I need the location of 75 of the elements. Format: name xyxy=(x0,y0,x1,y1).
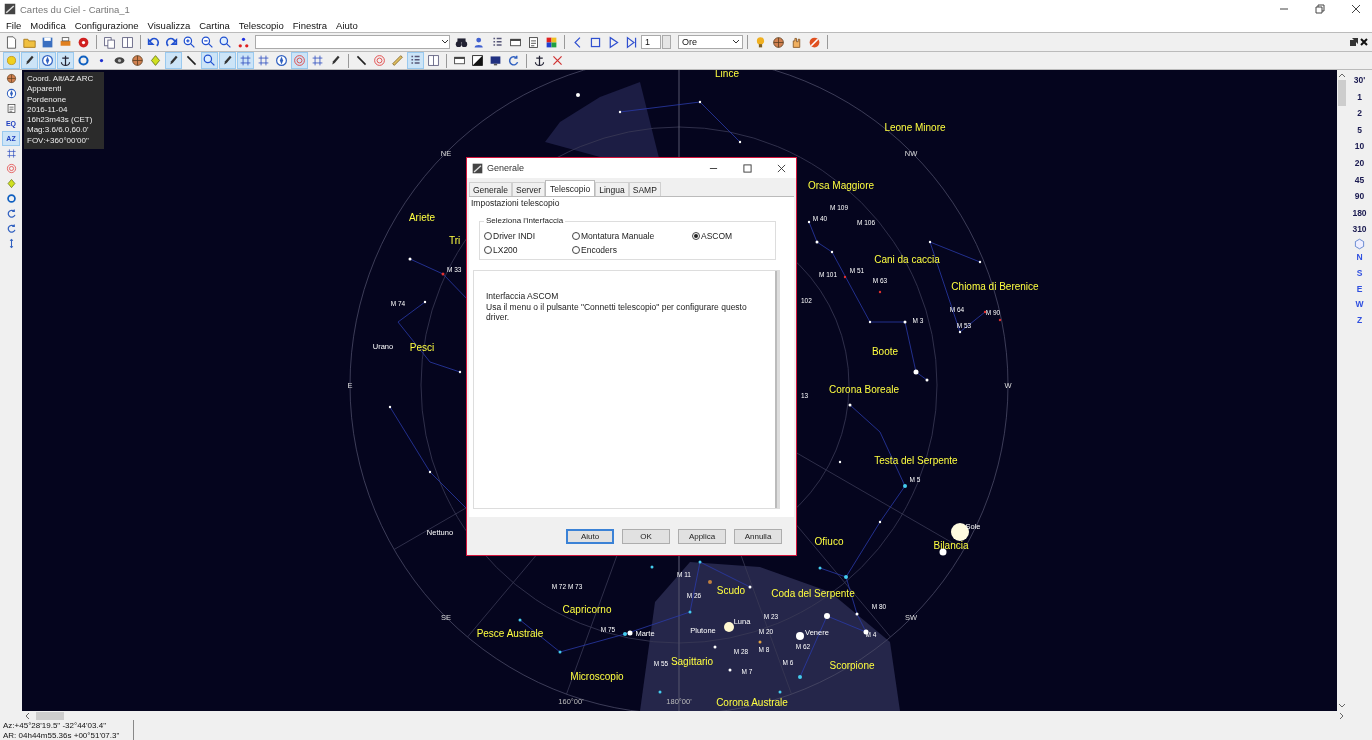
window-title: Cartes du Ciel - Cartina_1 xyxy=(20,3,131,15)
field-of-view-button[interactable]: 30' xyxy=(1353,72,1366,89)
tab[interactable]: Lingua xyxy=(595,182,629,196)
constellation-label: Pesce Australe xyxy=(476,628,544,639)
description-text: Usa il menu o il pulsante "Connetti telescopio" per configurare questo driver. xyxy=(486,301,748,323)
constellation-label: Chioma di Berenice xyxy=(951,281,1039,292)
field-of-view-button[interactable]: 10 xyxy=(1354,138,1365,155)
dialog-button[interactable]: Aiuto xyxy=(566,528,614,544)
constellation-label: Scudo xyxy=(716,585,746,596)
menu-item[interactable]: Finestra xyxy=(292,19,328,31)
info-text: Mag:3.6/6.0,60.0' xyxy=(27,125,90,136)
field-of-view-button[interactable]: 45 xyxy=(1354,171,1365,189)
menu-item[interactable]: Configurazione xyxy=(74,19,139,31)
constellation-label: Lince xyxy=(715,70,739,79)
info-text: 16h23m43s (CET) xyxy=(27,115,94,126)
constellation-label: Bilancia xyxy=(933,540,969,551)
constellation-label: Coda del Serpente xyxy=(771,588,855,599)
direction-button[interactable]: W xyxy=(1355,297,1364,314)
tab[interactable]: SAMP xyxy=(628,182,661,196)
dialog-button[interactable]: OK xyxy=(622,528,670,544)
constellation-label: Leone Minore xyxy=(884,122,946,133)
menu-item[interactable]: Telescopio xyxy=(238,19,284,31)
radio-option[interactable]: Montatura Manuale xyxy=(572,231,692,241)
dialog-title: Generale xyxy=(487,163,526,173)
constellation-label: Testa del Serpente xyxy=(874,455,958,466)
time-step-select[interactable]: Ore xyxy=(678,35,743,49)
info-text: Apparenti xyxy=(27,84,63,95)
tab[interactable]: Generale xyxy=(469,182,512,196)
radio-option[interactable]: Driver INDI xyxy=(484,231,572,241)
field-of-view-button[interactable]: 180 xyxy=(1352,204,1367,222)
section-heading: Impostazioni telescopio xyxy=(470,197,561,209)
tab[interactable]: Server xyxy=(511,182,545,196)
direction-button[interactable]: S xyxy=(1356,265,1363,282)
constellation-label: Corona Boreale xyxy=(829,384,899,395)
constellation-label: Scorpione xyxy=(829,660,875,671)
coordinates-text: Az:+45°28'19.5" -32°44'03.4" xyxy=(3,721,107,731)
info-text: 2016-11-04 xyxy=(27,104,69,116)
frame-field[interactable]: 1 xyxy=(641,35,661,49)
field-of-view-button[interactable]: 310 xyxy=(1352,221,1367,238)
field-of-view-button[interactable]: 20 xyxy=(1354,154,1365,172)
dialog-button[interactable]: Annulla xyxy=(734,528,782,544)
menu-item[interactable]: File xyxy=(6,19,22,31)
constellation-label: Tri xyxy=(449,235,461,246)
field-of-view-button[interactable]: 5 xyxy=(1357,121,1362,139)
constellation-label: Ariete xyxy=(408,212,436,223)
field-of-view-button[interactable]: 2 xyxy=(1357,105,1362,122)
constellation-label: Sagittario xyxy=(670,656,714,667)
menu-item[interactable]: Cartina xyxy=(199,19,230,31)
info-text: Pordenone xyxy=(27,94,68,105)
menu-item[interactable]: Aiuto xyxy=(336,19,358,31)
menu-item[interactable]: Modifica xyxy=(30,19,66,31)
constellation-label: Corona Australe xyxy=(716,697,788,708)
info-text: Coord. Alt/AZ ARC xyxy=(27,74,95,85)
direction-button[interactable]: Z xyxy=(1356,313,1363,329)
tab[interactable]: Telescopio xyxy=(545,180,596,196)
radio-option[interactable]: ASCOM xyxy=(692,231,771,241)
radio-option[interactable]: Encoders xyxy=(572,245,692,255)
description-text: Interfaccia ASCOM xyxy=(486,291,560,302)
group-title: Seleziona l'interfaccia xyxy=(484,216,566,225)
constellation-label: Microscopio xyxy=(570,671,624,682)
info-text: FOV:+360°00'00" xyxy=(27,135,90,147)
direction-button[interactable]: N xyxy=(1356,249,1363,266)
coordinates-text: AR: 04h44m55.36s +00°51'07.3" xyxy=(3,731,121,740)
constellation-label: Pesci xyxy=(409,342,435,353)
dialog-button[interactable]: Applica xyxy=(678,528,726,544)
field-of-view-button[interactable]: 1 xyxy=(1357,88,1362,106)
constellation-label: Boote xyxy=(871,346,899,357)
constellation-label: Ofiuco xyxy=(814,536,844,547)
direction-button[interactable]: E xyxy=(1356,281,1363,298)
constellation-label: Capricorno xyxy=(562,604,612,615)
radio-option[interactable]: LX200 xyxy=(484,245,572,255)
constellation-label: Orsa Maggiore xyxy=(807,180,875,191)
constellation-label: Cani da caccia xyxy=(874,254,940,265)
menu-item[interactable]: Visualizza xyxy=(147,19,191,31)
field-of-view-button[interactable]: 90 xyxy=(1354,188,1365,205)
